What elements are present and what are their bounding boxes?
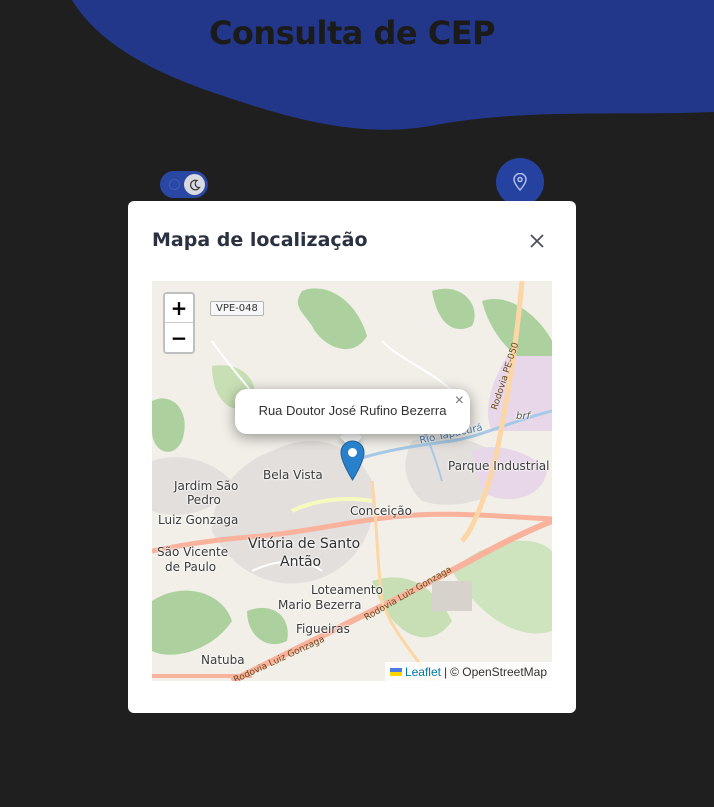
map-attribution: Leaflet | © OpenStreetMap — [384, 662, 552, 681]
theme-toggle[interactable] — [160, 171, 208, 198]
popup-address: Rua Doutor José Rufino Bezerra — [258, 403, 447, 418]
map-label: Jardim São — [174, 479, 239, 493]
map-label: Luiz Gonzaga — [158, 513, 239, 527]
zoom-in-button[interactable]: + — [165, 294, 193, 323]
attribution-separator: | — [443, 664, 448, 679]
popup-close-button[interactable]: × — [455, 392, 464, 410]
map-label: Bela Vista — [263, 468, 323, 482]
location-button[interactable] — [496, 158, 544, 206]
map-label: Antão — [280, 554, 322, 570]
map-label: Pedro — [187, 493, 221, 507]
modal-title: Mapa de localização — [152, 229, 368, 251]
map-modal: Mapa de localização VPE-048 Bela Vista J… — [128, 201, 576, 713]
ukraine-flag-icon — [389, 667, 402, 676]
map-label: São Vicente — [157, 545, 229, 559]
map-view[interactable]: VPE-048 Bela Vista Jardim São Pedro Luiz… — [152, 281, 552, 681]
map-pin-icon — [513, 173, 527, 191]
modal-close-button[interactable] — [526, 230, 548, 252]
map-popup: Rua Doutor José Rufino Bezerra × — [235, 389, 470, 434]
map-label: Figueiras — [296, 622, 350, 636]
map-label: Mario Bezerra — [278, 598, 362, 612]
map-label: Loteamento — [311, 583, 383, 597]
map-label: de Paulo — [165, 560, 217, 574]
osm-attribution: © OpenStreetMap — [450, 664, 547, 679]
map-label: Conceição — [350, 504, 412, 518]
leaflet-link[interactable]: Leaflet — [405, 665, 441, 679]
close-icon — [530, 234, 544, 248]
sun-icon — [169, 179, 180, 190]
map-marker-icon[interactable] — [340, 440, 365, 481]
road-shield: VPE-048 — [210, 301, 264, 316]
zoom-control: + − — [163, 292, 195, 354]
map-label: Parque Industrial — [448, 459, 550, 473]
zoom-out-button[interactable]: − — [165, 323, 193, 352]
page-title: Consulta de CEP — [208, 14, 496, 52]
map-label: Vitória de Santo — [248, 536, 361, 552]
moon-icon — [184, 174, 205, 195]
map-label: brf — [516, 411, 530, 422]
map-label: Natuba — [201, 653, 245, 667]
